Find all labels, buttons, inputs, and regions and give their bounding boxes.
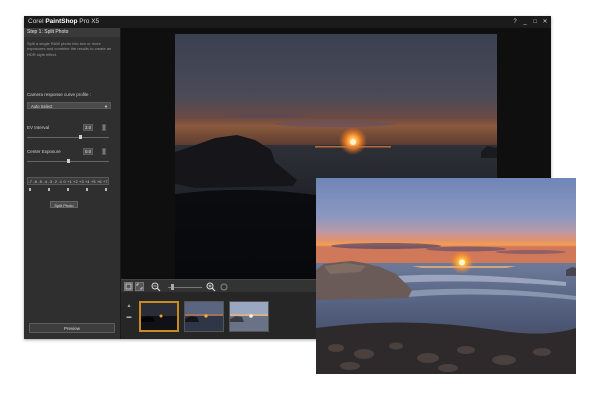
close-button[interactable]: ✕ — [542, 16, 548, 28]
scroll-down-icon[interactable]: ▬ — [123, 313, 135, 322]
exposure-marker[interactable] — [67, 188, 69, 191]
app-title: Corel PaintShop Pro X5 — [28, 18, 100, 25]
chevron-down-icon: ▼ — [104, 104, 108, 109]
profile-label: Camera response curve profile : — [27, 92, 92, 97]
exposure-markers[interactable] — [29, 188, 107, 191]
overexposed-thumbnail-image — [230, 302, 268, 331]
normal-exposure-thumbnail-image — [185, 302, 223, 331]
center-exposure-label: Center Exposure — [27, 149, 61, 154]
actual-size-icon[interactable] — [135, 282, 144, 291]
exposure-marker[interactable] — [29, 188, 31, 191]
ev-interval-label: EV Interval — [27, 125, 50, 130]
fit-view-icon[interactable] — [124, 282, 133, 291]
filmstrip-thumbnail[interactable] — [229, 301, 269, 332]
zoom-out-icon[interactable] — [151, 282, 161, 292]
filmstrip-thumbnail[interactable] — [139, 301, 179, 332]
pan-icon[interactable] — [219, 282, 229, 292]
step-header: Step 1: Split Photo — [24, 28, 120, 37]
help-button[interactable]: ? — [512, 16, 518, 28]
center-exposure-slider-thumb[interactable] — [67, 159, 70, 163]
profile-dropdown[interactable]: Auto Select ▼ — [27, 102, 111, 109]
minimize-button[interactable]: _ — [522, 16, 528, 28]
title-bar: Corel PaintShop Pro X5 ? _ □ ✕ — [24, 16, 551, 28]
filmstrip-scroll[interactable]: ▲ ▬ — [123, 302, 135, 322]
zoom-slider-thumb[interactable] — [171, 284, 174, 290]
hdr-settings-panel: Step 1: Split Photo Split a single RAW p… — [24, 28, 121, 339]
profile-value: Auto Select — [31, 104, 53, 109]
hdr-result-photo — [316, 178, 576, 374]
exposure-scale: -7 -6 -5 -4 -3 -2 -1 0 +1 +2 +3 +4 +5 +6… — [27, 177, 109, 185]
window-controls: ? _ □ ✕ — [512, 16, 548, 28]
exposure-marker[interactable] — [105, 188, 107, 191]
scroll-up-icon[interactable]: ▲ — [123, 302, 135, 311]
ev-interval-input[interactable]: 2.0 — [83, 124, 93, 131]
preview-button[interactable]: Preview — [29, 323, 115, 333]
underexposed-thumbnail-image — [141, 303, 177, 330]
center-exposure-input[interactable]: 0.0 — [83, 148, 93, 155]
split-photo-button[interactable]: Split Photo — [50, 201, 78, 208]
ev-interval-slider[interactable] — [27, 137, 109, 138]
filmstrip-thumbnail[interactable] — [184, 301, 224, 332]
exposure-marker[interactable] — [48, 188, 50, 191]
center-exposure-spinner[interactable] — [102, 148, 106, 155]
ev-interval-slider-thumb[interactable] — [79, 135, 82, 139]
ev-interval-spinner[interactable] — [102, 124, 106, 131]
exposure-marker[interactable] — [86, 188, 88, 191]
maximize-button[interactable]: □ — [532, 16, 538, 28]
zoom-in-icon[interactable] — [206, 282, 216, 292]
step-description: Split a single RAW photo into two or mor… — [27, 41, 112, 57]
